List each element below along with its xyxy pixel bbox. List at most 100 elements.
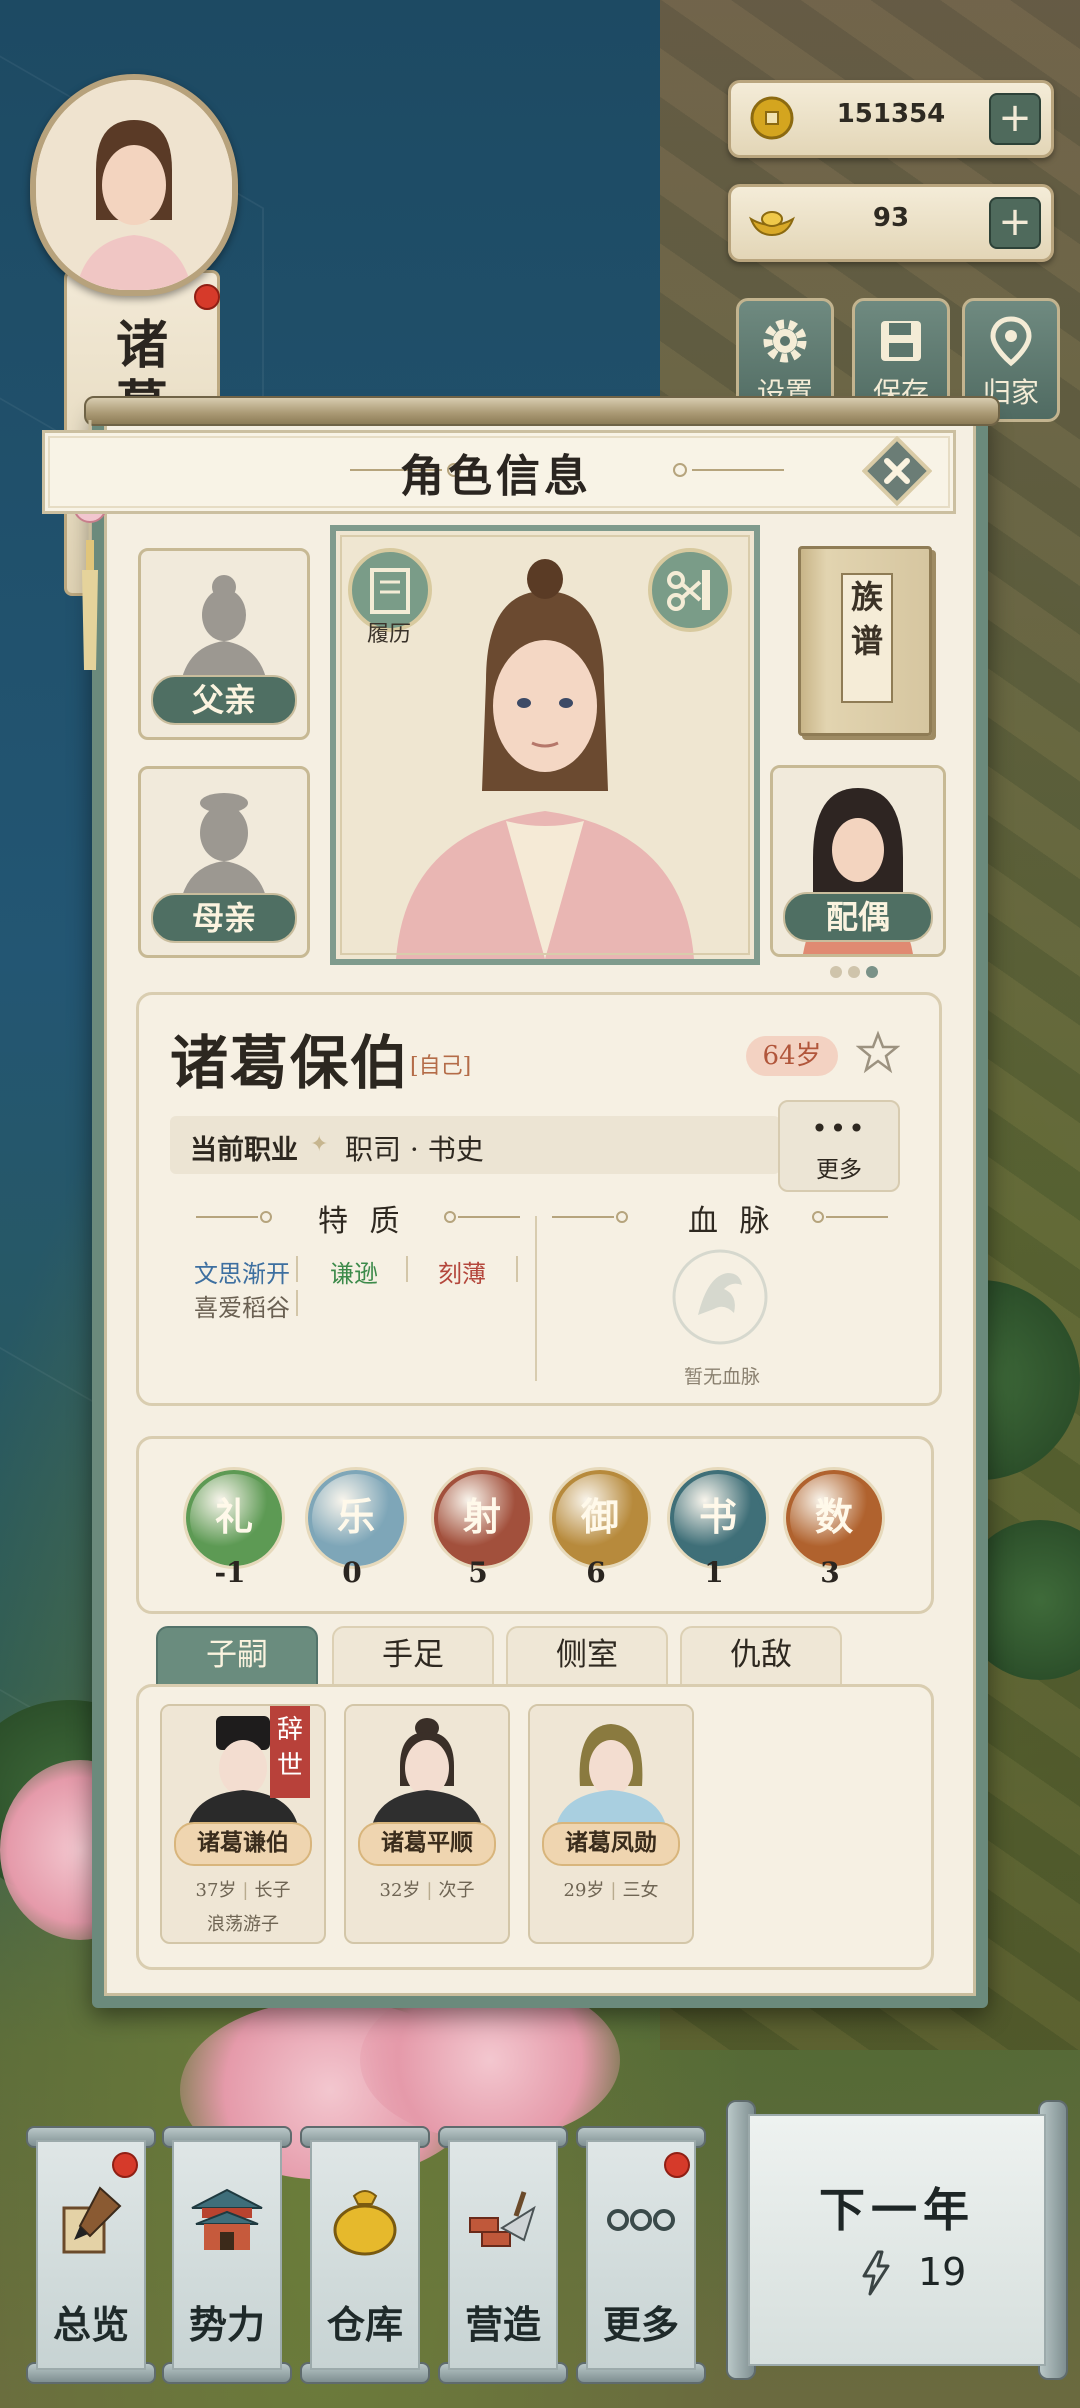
deceased-badge: 辞世 <box>270 1706 310 1798</box>
trait-separator <box>406 1256 408 1282</box>
nav-more-label: 更多 <box>602 2302 679 2347</box>
self-tag: [自己] <box>410 1054 472 1079</box>
traits-ornament-left <box>196 1211 272 1223</box>
nav-overview-label: 总览 <box>52 2302 129 2347</box>
nav-warehouse-label: 仓库 <box>326 2302 403 2347</box>
home-pin-icon <box>990 316 1032 367</box>
nav-overview-badge <box>112 2152 138 2178</box>
favorite-star-icon[interactable] <box>856 1030 900 1074</box>
mother-card[interactable]: 母亲 <box>138 766 310 958</box>
genealogy-char: 谱 <box>850 622 883 660</box>
trait-separator <box>296 1256 298 1282</box>
nav-influence-label: 势力 <box>188 2302 265 2347</box>
player-avatar-portrait <box>36 80 232 290</box>
bloodline-none-text: 暂无血脉 <box>684 1366 761 1388</box>
trait-tag[interactable]: 刻薄 <box>438 1254 486 1289</box>
child-card[interactable]: 诸葛凤勋 29岁 | 三女 <box>528 1704 694 1944</box>
art-yu-value: 6 <box>586 1556 606 1589</box>
child-card[interactable]: 诸葛平顺 32岁 | 次子 <box>344 1704 510 1944</box>
child-name: 诸葛平顺 <box>358 1822 496 1866</box>
page-dot[interactable] <box>830 966 842 978</box>
traits-ornament-right <box>444 1211 520 1223</box>
genealogy-char: 族 <box>850 578 883 616</box>
nav-warehouse[interactable]: 仓库 <box>300 2126 430 2384</box>
portrait-page-dots <box>830 963 884 982</box>
child-rank: 次子 <box>438 1880 475 1901</box>
more-icon <box>607 2209 675 2231</box>
father-card[interactable]: 父亲 <box>138 548 310 740</box>
scissors-ruler-button[interactable] <box>648 548 732 632</box>
age-badge: 64岁 <box>746 1036 838 1076</box>
close-button[interactable] <box>862 436 932 506</box>
save-icon <box>881 321 921 361</box>
more-info-label: 更多 <box>816 1157 862 1183</box>
add-coins-button[interactable]: + <box>989 93 1041 145</box>
child-rank: 长子 <box>254 1880 291 1901</box>
add-ingots-button[interactable]: + <box>989 197 1041 249</box>
child-name: 诸葛凤勋 <box>542 1822 680 1866</box>
next-year-button[interactable]: 下一年 19 <box>726 2100 1068 2380</box>
palace-icon <box>191 2188 263 2250</box>
player-avatar[interactable] <box>30 74 238 296</box>
energy-bolt-icon <box>862 2250 890 2296</box>
child-age: 32岁 <box>379 1880 421 1901</box>
nav-construction[interactable]: 营造 <box>438 2126 568 2384</box>
tab-children[interactable]: 子嗣 <box>156 1626 318 1686</box>
spouse-card[interactable]: 配偶 <box>770 765 946 957</box>
child-age: 29岁 <box>563 1880 605 1901</box>
coin-icon <box>750 96 794 140</box>
art-yue-badge: 乐 <box>308 1470 404 1566</box>
character-name: 诸葛保伯 <box>170 1029 411 1097</box>
art-li-badge: 礼 <box>186 1470 282 1566</box>
art-she-badge: 射 <box>434 1470 530 1566</box>
bloodline-heading: 血 脉 <box>688 1204 776 1239</box>
tab-concubines[interactable]: 侧室 <box>506 1626 668 1686</box>
art-yu-badge: 御 <box>552 1470 648 1566</box>
panel-title: 角色信息 <box>400 451 592 502</box>
bloodline-ornament-right <box>812 1211 888 1223</box>
nav-construction-label: 营造 <box>464 2302 541 2347</box>
art-shu-math-value: 3 <box>820 1556 840 1589</box>
job-label: 当前职业 <box>190 1135 298 1166</box>
traits-bloodline-divider <box>535 1216 537 1381</box>
ingot-resource-bar: 93 + <box>728 184 1054 262</box>
trowel-bricks-icon <box>469 2191 536 2247</box>
spouse-label: 配偶 <box>783 892 933 942</box>
energy-count: 19 <box>918 2250 967 2294</box>
resume-label: 履历 <box>367 622 412 647</box>
child-meta: 32岁 | 次子 <box>379 1880 475 1901</box>
art-shu-math-badge: 数 <box>786 1470 882 1566</box>
art-shu-badge: 书 <box>670 1470 766 1566</box>
child-rank: 三女 <box>622 1880 659 1901</box>
job-value: 职司 · 书史 <box>345 1133 484 1166</box>
child-meta: 29岁 | 三女 <box>563 1880 659 1901</box>
child-title: 浪荡游子 <box>207 1914 279 1935</box>
page-dot[interactable] <box>848 966 860 978</box>
trait-tag[interactable]: 谦逊 <box>330 1254 378 1289</box>
coin-amount: 151354 <box>836 99 946 129</box>
bloodline-ornament-left <box>552 1211 628 1223</box>
panel-scroll-rod <box>84 396 1000 426</box>
art-she-value: 5 <box>468 1556 488 1589</box>
art-shu-value: 1 <box>704 1556 724 1589</box>
trait-tag[interactable]: 文思渐开 <box>194 1254 290 1289</box>
tab-enemies[interactable]: 仇敌 <box>680 1626 842 1686</box>
child-card[interactable]: 辞世 诸葛谦伯 37岁 | 长子 浪荡游子 <box>160 1704 326 1944</box>
genealogy-book-button[interactable]: 族 谱 <box>798 546 932 736</box>
traits-heading: 特 质 <box>318 1204 406 1239</box>
child-name: 诸葛谦伯 <box>174 1822 312 1866</box>
nav-influence[interactable]: 势力 <box>162 2126 292 2384</box>
art-li-value: -1 <box>214 1556 246 1589</box>
brush-scroll-icon <box>62 2186 122 2254</box>
tab-siblings[interactable]: 手足 <box>332 1626 494 1686</box>
trait-tag[interactable]: 喜爱稻谷 <box>194 1288 290 1323</box>
child-age: 37岁 <box>195 1880 237 1901</box>
child-portrait <box>530 1706 692 1826</box>
page-dot-active[interactable] <box>866 966 878 978</box>
avatar-notification-dot <box>194 284 220 310</box>
mother-label: 母亲 <box>151 893 297 943</box>
gear-icon <box>763 319 807 363</box>
more-info-button[interactable]: ••• 更多 <box>778 1100 900 1192</box>
trait-separator <box>296 1290 298 1316</box>
job-separator-icon: ✦ <box>310 1132 329 1157</box>
